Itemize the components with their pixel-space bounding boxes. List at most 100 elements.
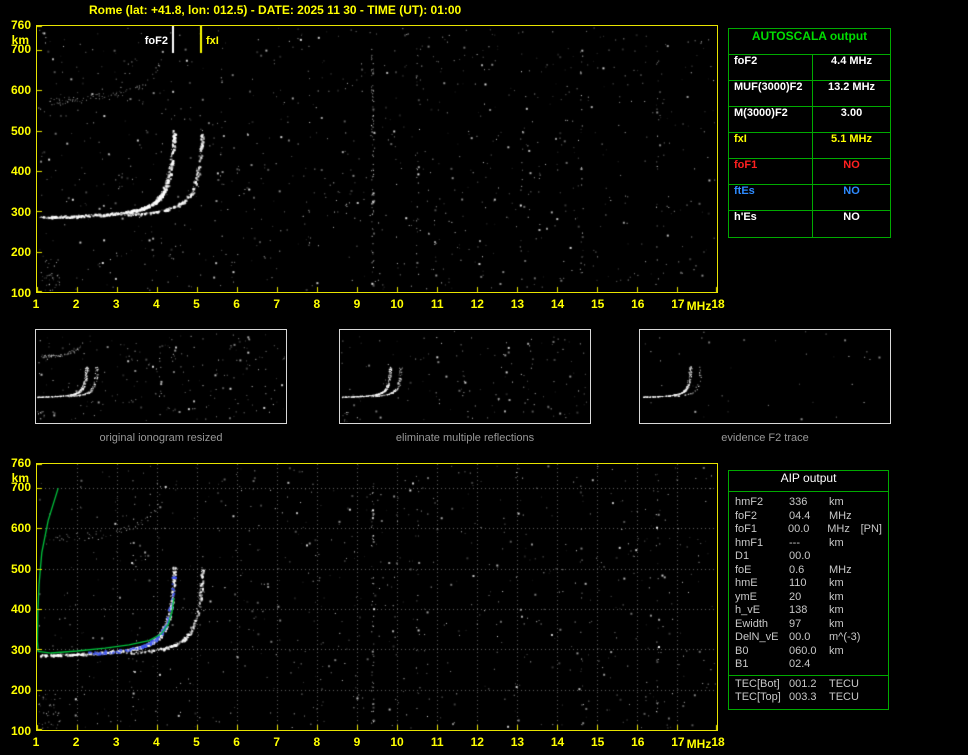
x-axis-label-14: 14 — [550, 735, 565, 749]
x-axis-label-11: 11 — [430, 735, 444, 749]
x-axis-label-6: 6 — [233, 297, 240, 311]
aip-param-value: 138 — [789, 604, 808, 616]
aip-param-value: --- — [789, 536, 800, 549]
aip-param-label: foF2 — [735, 509, 758, 522]
aip-param-label: TEC[Top] — [735, 691, 781, 703]
aip-param-value: 003.3 — [789, 691, 817, 703]
aip-param-label: D1 — [735, 550, 750, 562]
autoscala-param-value: 5.1 MHz — [831, 133, 872, 145]
aip-row-foe: foE 0.6 MHz — [729, 564, 888, 578]
x-axis-label-18: 18 — [711, 297, 725, 311]
aip-row-ewidth: Ewidth 97 km — [729, 618, 888, 632]
x-axis-label-13: 13 — [510, 735, 525, 749]
aip-row-fof1: foF1 00.0 MHz [PN] — [729, 523, 888, 537]
y-axis-label-200: 200 — [10, 245, 31, 260]
autoscala-param-label: fxI — [729, 133, 813, 158]
aip-row-fof2: foF2 04.4 MHz — [729, 510, 888, 524]
aip-param-label: TEC[Bot] — [735, 677, 780, 690]
aip-param-unit: km — [829, 617, 844, 630]
autoscala-param-value: NO — [843, 211, 860, 223]
aip-param-value: 336 — [789, 496, 808, 508]
autoscala-row-m-3000-f2: M(3000)F2 3.00 — [729, 107, 890, 133]
autoscala-param-value: 3.00 — [840, 107, 863, 119]
x-axis-label-11: 11 — [430, 297, 444, 311]
aip-param-label: B1 — [735, 658, 749, 670]
y-axis-label-500: 500 — [10, 561, 31, 576]
aip-row-yme: ymE 20 km — [729, 591, 888, 605]
x-axis-label-1: 1 — [32, 735, 40, 749]
panel-original-canvas — [36, 330, 286, 423]
x-axis-label-9: 9 — [353, 297, 361, 311]
aip-row-h-ve: h_vE 138 km — [729, 604, 888, 618]
autoscala-screen: Rome (lat: +41.8, lon: 012.5) - DATE: 20… — [0, 0, 968, 755]
x-axis-label-3: 3 — [112, 297, 120, 311]
panel-original-ionogram — [35, 329, 287, 424]
x-axis-label-18: 18 — [711, 735, 725, 749]
autoscala-param-value: 4.4 MHz — [831, 55, 872, 67]
panel-eliminate-reflections — [339, 329, 591, 424]
aip-param-unit: MHz — [827, 523, 850, 535]
x-axis-label-7: 7 — [273, 297, 281, 311]
autoscala-param-label: h'Es — [729, 211, 813, 237]
aip-param-unit: TECU — [829, 691, 859, 703]
autoscala-output-table: AUTOSCALA output foF2 4.4 MHz MUF(3000)F2 1… — [728, 28, 891, 238]
aip-param-value: 00.0 — [787, 523, 810, 535]
aip-row-hmf1: hmF1 --- km — [729, 537, 888, 551]
x-axis-label-10: 10 — [390, 735, 404, 749]
aip-param-unit: km — [829, 577, 844, 589]
autoscala-row-ftes: ftEs NO — [729, 185, 890, 211]
y-axis-label-100: 100 — [10, 286, 31, 300]
y-axis-label-600: 600 — [10, 520, 31, 535]
y-axis-label-760: 760 — [10, 456, 31, 470]
aip-param-label: foE — [735, 563, 752, 576]
panel-caption-original: original ionogram resized — [99, 432, 223, 444]
aip-row-d1: D1 00.0 — [729, 550, 888, 564]
aip-table-rows: hmF2 336 km foF2 04.4 MHz foF1 00.0 MHz [PN] hmF1 -… — [729, 496, 888, 705]
aip-param-value: 20 — [789, 590, 802, 603]
x-axis-unit: MHz — [686, 299, 712, 313]
panel-eliminate-canvas — [340, 330, 590, 423]
aip-param-unit: MHz — [829, 563, 852, 576]
aip-param-label: hmF2 — [735, 496, 764, 508]
aip-param-label: hmE — [735, 577, 758, 589]
x-axis-label-17: 17 — [671, 297, 685, 311]
aip-param-label: ymE — [735, 590, 757, 603]
y-axis-label-300: 300 — [10, 642, 31, 657]
aip-param-label: h_vE — [735, 604, 761, 616]
x-axis-label-4: 4 — [153, 297, 160, 311]
aip-table-title: AIP output — [729, 471, 888, 492]
autoscala-table-title: AUTOSCALA output — [729, 29, 890, 55]
aip-param-note: [PN] — [860, 523, 882, 535]
x-axis-label-8: 8 — [313, 297, 321, 311]
autoscala-table-rows: foF2 4.4 MHz MUF(3000)F2 13.2 MHz M(3000)F2 3… — [729, 55, 890, 237]
aip-row-deln-ve: DelN_vE 00.0 m^(-3) — [729, 631, 888, 645]
x-axis-label-4: 4 — [153, 735, 160, 749]
aip-param-value: 110 — [789, 577, 807, 589]
aip-param-unit: TECU — [829, 677, 859, 690]
autoscala-param-label: ftEs — [729, 185, 813, 210]
autoscala-param-label: foF2 — [729, 55, 813, 80]
aip-param-label: hmF1 — [735, 536, 764, 549]
autoscala-param-label: foF1 — [729, 159, 813, 184]
aip-param-unit: m^(-3) — [829, 631, 861, 643]
x-axis-label-2: 2 — [72, 297, 80, 311]
aip-param-unit: MHz — [829, 509, 852, 522]
y-axis-unit: km — [11, 33, 29, 47]
x-axis-label-15: 15 — [590, 735, 605, 749]
header-title: Rome (lat: +41.8, lon: 012.5) - DATE: 20… — [89, 3, 462, 17]
y-axis-unit: km — [11, 471, 29, 485]
panel-caption-eliminate: eliminate multiple reflections — [395, 432, 535, 444]
x-axis-label-16: 16 — [631, 735, 645, 749]
x-axis-label-7: 7 — [273, 735, 281, 749]
x-axis-label-13: 13 — [510, 297, 525, 311]
y-axis-label-400: 400 — [10, 164, 31, 179]
aip-param-label: foF1 — [735, 523, 758, 535]
autoscala-param-value: NO — [843, 185, 860, 197]
y-axis-label-200: 200 — [10, 683, 31, 698]
top-ionogram-canvas — [37, 26, 717, 292]
aip-output-table: AIP output hmF2 336 km foF2 04.4 MHz foF1 00.0 M… — [728, 470, 889, 710]
aip-param-value: 0.6 — [789, 563, 805, 576]
autoscala-row-h-es: h'Es NO — [729, 211, 890, 237]
aip-row-b0: B0 060.0 km — [729, 645, 888, 659]
autoscala-param-value: 13.2 MHz — [827, 81, 876, 93]
